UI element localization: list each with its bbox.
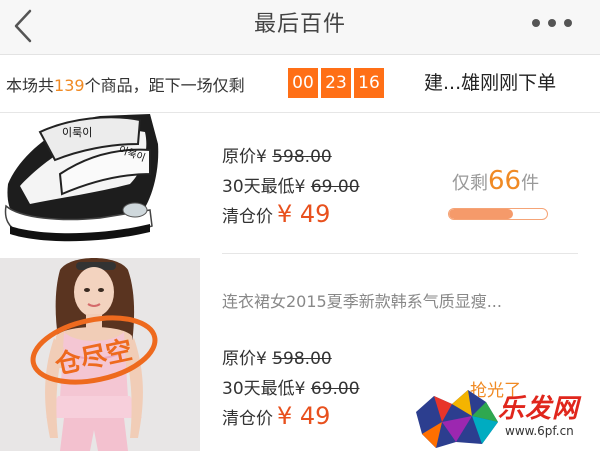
timer-minutes: 23 — [321, 68, 351, 98]
remaining-suffix: 件 — [521, 173, 540, 194]
page-title: 最后百件 — [253, 12, 346, 37]
clearance-price-value: ¥ 49 — [277, 402, 331, 430]
original-price-label: 原价¥ — [222, 147, 273, 167]
watermark-url: www.6pf.cn — [505, 424, 574, 438]
shoe-logo-text: 이룩이 — [62, 126, 92, 139]
top-nav-bar: 最后百件 — [0, 0, 600, 55]
product-image-dress[interactable]: 仓尽空 — [0, 258, 200, 451]
lowest-price-label: 30天最低¥ — [222, 177, 311, 197]
original-price-label: 原价¥ — [222, 349, 273, 369]
timer-seconds: 16 — [354, 68, 384, 98]
lowest-price-value: 69.00 — [310, 379, 360, 399]
more-button[interactable] — [532, 12, 572, 34]
session-info-bar: 本场共139个商品，距下一场仅剩 00 23 16 建...雄刚刚下单 — [0, 56, 600, 113]
more-dot — [532, 19, 540, 27]
original-price: 原价¥ 598.00 — [222, 142, 332, 167]
original-price-value: 598.00 — [272, 349, 332, 369]
product-count: 139 — [54, 76, 85, 95]
product-divider — [222, 253, 578, 254]
countdown-timer: 00 23 16 — [288, 68, 384, 98]
timer-hours: 00 — [288, 68, 318, 98]
clearance-price: 清仓价 ¥ 49 — [222, 200, 330, 228]
clearance-price: 清仓价 ¥ 49 — [222, 402, 330, 430]
remaining-count: 66 — [488, 166, 522, 196]
product-image-shoe[interactable]: 이룩이 이룩이 — [0, 114, 160, 244]
stock-progress-bar — [448, 208, 548, 220]
more-dot — [548, 19, 556, 27]
original-price-value: 598.00 — [272, 147, 332, 167]
lowest-price-value: 69.00 — [310, 177, 360, 197]
session-info-prefix: 本场共 — [6, 76, 55, 95]
more-dot — [564, 19, 572, 27]
lowest-30d-price: 30天最低¥ 69.00 — [222, 374, 360, 399]
original-price: 原价¥ 598.00 — [222, 344, 332, 369]
product-title[interactable]: 连衣裙女2015夏季新款韩系气质显瘦... — [222, 288, 502, 312]
lowest-price-label: 30天最低¥ — [222, 379, 311, 399]
remaining-prefix: 仅剩 — [452, 173, 488, 194]
session-info-text: 本场共139个商品，距下一场仅剩 — [6, 72, 245, 96]
stock-progress-fill — [449, 209, 513, 219]
lowest-30d-price: 30天最低¥ 69.00 — [222, 172, 360, 197]
clearance-price-label: 清仓价 — [222, 207, 273, 227]
clearance-price-label: 清仓价 — [222, 409, 273, 429]
order-ticker: 建...雄刚刚下单 — [424, 72, 557, 94]
remaining-stock: 仅剩66件 — [452, 166, 539, 196]
watermark-text: 乐发网 — [498, 394, 580, 424]
clearance-price-value: ¥ 49 — [277, 200, 331, 228]
session-info-suffix: 个商品，距下一场仅剩 — [84, 76, 245, 95]
product-card-1[interactable]: 이룩이 이룩이 原价¥ 598.00 30天最低¥ 69.00 清仓价 ¥ 49 … — [0, 114, 600, 254]
